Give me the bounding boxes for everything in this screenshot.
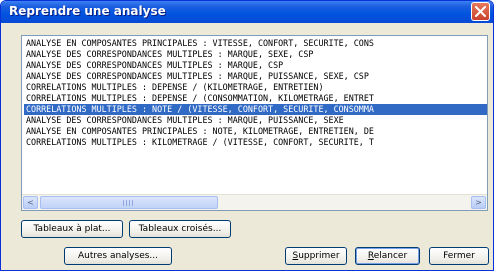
list-item[interactable]: ANALYSE DES CORRESPONDANCES MULTIPLES : … (24, 71, 487, 82)
list-item[interactable]: ANALYSE DES CORRESPONDANCES MULTIPLES : … (24, 49, 487, 60)
relancer-button[interactable]: Relancer (355, 247, 420, 265)
scroll-left-button[interactable]: < (23, 196, 38, 209)
title-bar[interactable]: Reprendre une analyse (1, 1, 493, 23)
relancer-label: elancer (373, 251, 408, 261)
close-icon (475, 6, 486, 17)
close-button[interactable] (471, 2, 490, 21)
analysis-listbox[interactable]: ANALYSE EN COMPOSANTES PRINCIPALES : VIT… (21, 35, 488, 211)
supprimer-label: upprimer (298, 251, 340, 261)
list-item[interactable]: ANALYSE DES CORRESPONDANCES MULTIPLES : … (24, 60, 487, 71)
window-title: Reprendre une analyse (9, 4, 166, 18)
list-item[interactable]: CORRELATIONS MULTIPLES : DEPENSE / (KILO… (24, 82, 487, 93)
list-item[interactable]: CORRELATIONS MULTIPLES : DEPENSE / (CONS… (24, 93, 487, 104)
list-item[interactable]: ANALYSE EN COMPOSANTES PRINCIPALES : NOT… (24, 126, 487, 137)
scrollbar-thumb[interactable] (40, 196, 218, 209)
analysis-list: ANALYSE EN COMPOSANTES PRINCIPALES : VIT… (24, 38, 487, 148)
list-item[interactable]: ANALYSE DES CORRESPONDANCES MULTIPLES : … (24, 115, 487, 126)
autres-analyses-button[interactable]: Autres analyses... (64, 247, 172, 265)
scroll-right-button[interactable]: > (471, 196, 486, 209)
tableaux-croises-button[interactable]: Tableaux croisés... (129, 220, 231, 238)
fermer-button[interactable]: Fermer (429, 247, 489, 265)
tableaux-a-plat-button[interactable]: Tableaux à plat... (21, 220, 123, 238)
list-item[interactable]: ANALYSE EN COMPOSANTES PRINCIPALES : VIT… (24, 38, 487, 49)
chevron-left-icon: < (27, 198, 34, 207)
list-item[interactable]: CORRELATIONS MULTIPLES : NOTE / (VITESSE… (24, 104, 487, 115)
list-item[interactable]: CORRELATIONS MULTIPLES : KILOMETRAGE / (… (24, 137, 487, 148)
supprimer-button[interactable]: Supprimer (285, 247, 347, 265)
dialog-window: Reprendre une analyse ANALYSE EN COMPOSA… (0, 0, 494, 271)
horizontal-scrollbar[interactable]: < > (22, 194, 487, 210)
grip-icon (123, 200, 135, 206)
chevron-right-icon: > (475, 198, 482, 207)
